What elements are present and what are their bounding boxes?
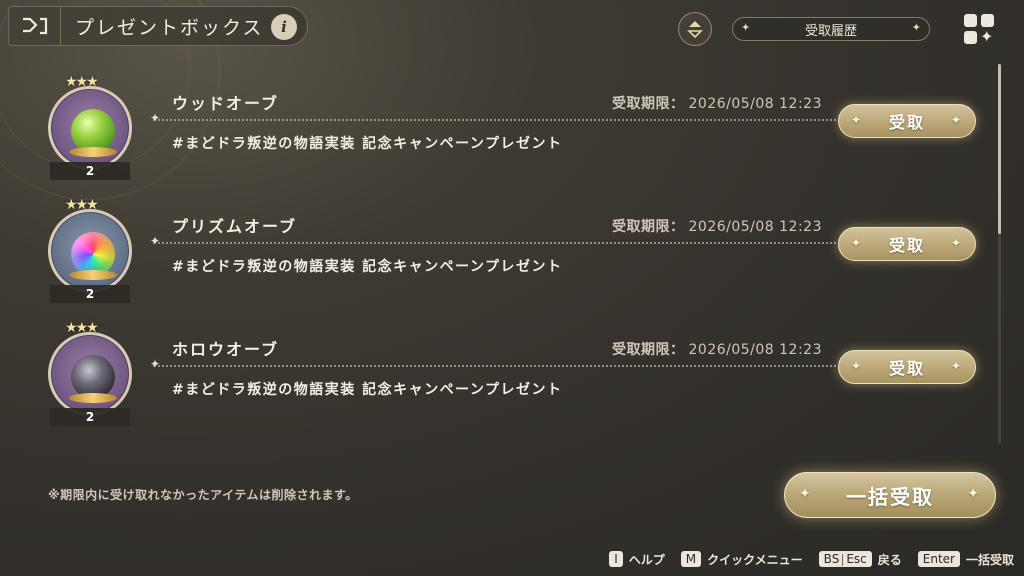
- divider: ✦: [150, 357, 836, 371]
- quick-menu-hint[interactable]: M クイックメニュー: [680, 551, 803, 568]
- header-bar: プレゼントボックス i: [8, 6, 308, 46]
- item-quantity: 2: [50, 408, 130, 426]
- grid-menu-button[interactable]: ✦: [962, 12, 996, 46]
- info-button[interactable]: i: [271, 14, 297, 40]
- key-hints: I ヘルプ M クイックメニュー BS Esc 戻る Enter 一括受取: [609, 549, 1014, 569]
- item-name: ホロウオーブ: [172, 340, 280, 359]
- sparkle-icon: ✦: [741, 21, 751, 34]
- list-item: ★★★ 2 ウッドオーブ 受取期限： 2026/05/08 12:23 ✦ #まど…: [0, 66, 1000, 186]
- help-hint[interactable]: I ヘルプ: [609, 551, 665, 568]
- scrollbar-thumb[interactable]: [998, 64, 1001, 234]
- list-item: ★★★ 2 プリズムオーブ 受取期限： 2026/05/08 12:23 ✦ #ま…: [0, 189, 1000, 309]
- menu-key: M: [680, 551, 702, 567]
- item-icon: ★★★ 2: [48, 320, 134, 434]
- item-icon: ★★★ 2: [48, 74, 134, 188]
- item-deadline: 受取期限： 2026/05/08 12:23: [612, 342, 822, 358]
- item-deadline: 受取期限： 2026/05/08 12:23: [612, 219, 822, 235]
- claim-button[interactable]: ✦ 受取 ✦: [838, 350, 976, 384]
- expiry-notice: ※期限内に受け取れなかったアイテムは削除されます。: [48, 488, 358, 502]
- list-item: ★★★ 2 ホロウオーブ 受取期限： 2026/05/08 12:23 ✦ #まど…: [0, 312, 1000, 432]
- item-description: #まどドラ叛逆の物語実装 記念キャンペーンプレゼント: [172, 259, 563, 275]
- enter-hint[interactable]: Enter 一括受取: [917, 551, 1014, 568]
- back-label: 戻る: [877, 552, 902, 567]
- item-name: ウッドオーブ: [172, 94, 280, 113]
- item-icon: ★★★ 2: [48, 197, 134, 311]
- help-key: I: [609, 551, 623, 567]
- divider: ✦: [150, 234, 836, 248]
- scrollbar[interactable]: [998, 64, 1001, 444]
- item-name: プリズムオーブ: [172, 217, 298, 236]
- back-key: BS Esc: [818, 551, 872, 567]
- sort-icon: [687, 21, 703, 39]
- menu-label: クイックメニュー: [707, 552, 803, 567]
- item-description: #まどドラ叛逆の物語実装 記念キャンペーンプレゼント: [172, 382, 563, 398]
- claim-button[interactable]: ✦ 受取 ✦: [838, 227, 976, 261]
- claim-button[interactable]: ✦ 受取 ✦: [838, 104, 976, 138]
- item-description: #まどドラ叛逆の物語実装 記念キャンペーンプレゼント: [172, 136, 563, 152]
- history-button[interactable]: ✦ 受取履歴 ✦: [732, 17, 930, 41]
- back-arrow-icon: [22, 17, 47, 35]
- sparkle-icon: ✦: [911, 21, 921, 34]
- item-quantity: 2: [50, 162, 130, 180]
- sort-button[interactable]: [678, 12, 712, 46]
- back-button[interactable]: [9, 7, 61, 45]
- help-label: ヘルプ: [628, 552, 665, 567]
- item-deadline: 受取期限： 2026/05/08 12:23: [612, 96, 822, 112]
- enter-key: Enter: [917, 551, 960, 567]
- back-hint[interactable]: BS Esc 戻る: [818, 551, 902, 568]
- enter-label: 一括受取: [965, 552, 1014, 567]
- bulk-claim-button[interactable]: ✦ 一括受取 ✦: [784, 472, 996, 518]
- history-label: 受取履歴: [804, 23, 857, 39]
- item-quantity: 2: [50, 285, 130, 303]
- divider: ✦: [150, 111, 836, 125]
- page-title: プレゼントボックス: [75, 16, 264, 39]
